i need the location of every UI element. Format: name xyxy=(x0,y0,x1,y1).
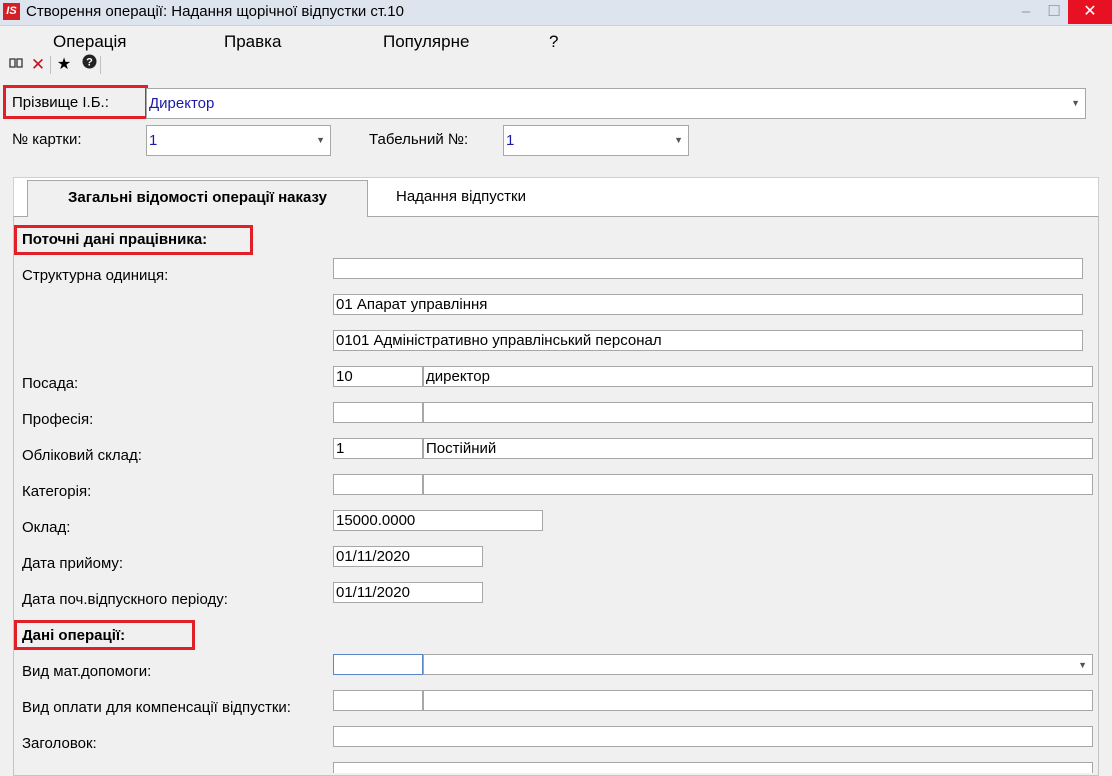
profession-name-field[interactable] xyxy=(423,402,1093,423)
category-code-field[interactable] xyxy=(333,474,423,495)
vac-period-field[interactable]: 01/11/2020 xyxy=(333,582,483,603)
struct-unit-field-2[interactable]: 01 Апарат управління xyxy=(333,294,1083,315)
toolbar-separator xyxy=(50,56,51,74)
surname-value: Директор xyxy=(149,95,215,112)
heading-label: Заголовок: xyxy=(22,735,97,752)
position-label: Посада: xyxy=(22,375,79,392)
comp-pay-label: Вид оплати для компенсації відпустки: xyxy=(22,699,291,716)
text-area-field[interactable] xyxy=(333,762,1093,773)
card-label: № картки: xyxy=(12,131,82,148)
surname-label: Прізвище І.Б.: xyxy=(12,94,109,111)
struct-unit-field-3[interactable]: 0101 Адміністративно управлінський персо… xyxy=(333,330,1083,351)
chevron-down-icon: ▼ xyxy=(316,135,325,145)
tab-number-label: Табельний №: xyxy=(369,131,469,148)
aid-type-code-field[interactable] xyxy=(333,654,423,675)
salary-field[interactable]: 15000.0000 xyxy=(333,510,543,531)
salary-label: Оклад: xyxy=(22,519,71,536)
menu-edit[interactable]: Правка xyxy=(224,32,281,52)
struct-unit-field-1[interactable] xyxy=(333,258,1083,279)
category-label: Категорія: xyxy=(22,483,92,500)
current-data-title: Поточні дані працівника: xyxy=(22,231,208,248)
aid-type-dropdown[interactable]: ▼ xyxy=(423,654,1093,675)
menu-help[interactable]: ? xyxy=(549,32,558,52)
staff-label: Обліковий склад: xyxy=(22,447,142,464)
minimize-button[interactable]: – xyxy=(1012,0,1040,24)
chevron-down-icon: ▼ xyxy=(674,135,683,145)
chevron-down-icon: ▼ xyxy=(1071,98,1080,108)
toolbar-separator xyxy=(100,56,101,74)
delete-icon[interactable]: ✕ xyxy=(28,54,48,76)
staff-code-field[interactable]: 1 xyxy=(333,438,423,459)
card-number-value: 1 xyxy=(149,132,158,149)
app-logo-icon: IS xyxy=(3,3,20,20)
position-name-field[interactable]: директор xyxy=(423,366,1093,387)
menu-popular[interactable]: Популярне xyxy=(383,32,469,52)
tab-number-dropdown[interactable]: 1 ▼ xyxy=(503,125,689,156)
close-button[interactable]: ✕ xyxy=(1068,0,1112,24)
position-code-field[interactable]: 10 xyxy=(333,366,423,387)
profession-label: Професія: xyxy=(22,411,94,428)
struct-unit-label: Структурна одиниця: xyxy=(22,267,169,284)
hire-date-field[interactable]: 01/11/2020 xyxy=(333,546,483,567)
comp-pay-name-field[interactable] xyxy=(423,690,1093,711)
hire-date-label: Дата прийому: xyxy=(22,555,124,572)
comp-pay-code-field[interactable] xyxy=(333,690,423,711)
operation-data-title: Дані операції: xyxy=(22,627,126,644)
svg-text:?: ? xyxy=(86,57,93,69)
tab-vacation[interactable]: Надання відпустки xyxy=(396,188,526,205)
menu-operation[interactable]: Операція xyxy=(53,32,127,52)
vac-period-label: Дата поч.відпускного періоду: xyxy=(22,591,228,608)
surname-dropdown[interactable]: Директор ▼ xyxy=(146,88,1086,119)
card-number-dropdown[interactable]: 1 ▼ xyxy=(146,125,331,156)
heading-field[interactable] xyxy=(333,726,1093,747)
star-icon[interactable]: ★ xyxy=(54,54,74,76)
book-icon[interactable] xyxy=(6,54,26,76)
aid-type-label: Вид мат.допомоги: xyxy=(22,663,152,680)
chevron-down-icon: ▼ xyxy=(1078,660,1087,670)
staff-name-field[interactable]: Постійний xyxy=(423,438,1093,459)
window-title: Створення операції: Надання щорічної від… xyxy=(26,3,404,20)
tab-number-value: 1 xyxy=(506,132,515,149)
maximize-button[interactable]: ☐ xyxy=(1040,0,1068,24)
help-icon[interactable]: ? xyxy=(79,54,99,76)
tab-general-info[interactable]: Загальні відомості операції наказу xyxy=(27,180,368,217)
profession-code-field[interactable] xyxy=(333,402,423,423)
category-name-field[interactable] xyxy=(423,474,1093,495)
